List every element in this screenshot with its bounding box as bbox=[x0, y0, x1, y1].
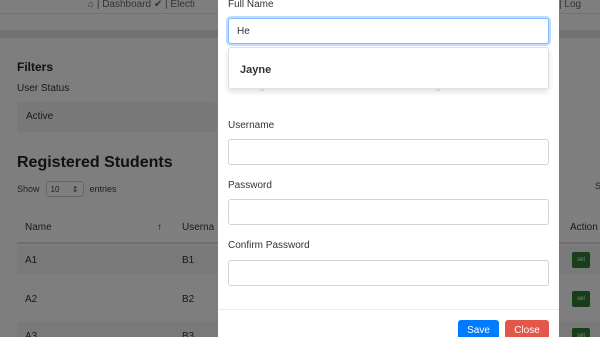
register-user-modal: Full Name Nothing selected Nothing selec… bbox=[218, 0, 559, 337]
confirm-password-label: Confirm Password bbox=[228, 240, 310, 251]
autocomplete-dropdown: Jayne bbox=[228, 47, 549, 89]
username-label: Username bbox=[228, 120, 275, 131]
full-name-label: Full Name bbox=[228, 0, 274, 10]
autocomplete-item[interactable]: Jayne bbox=[240, 64, 271, 76]
save-button[interactable]: Save bbox=[458, 320, 499, 337]
full-name-input[interactable] bbox=[228, 18, 549, 44]
close-button[interactable]: Close bbox=[505, 320, 549, 337]
username-input[interactable] bbox=[228, 139, 549, 165]
confirm-password-input[interactable] bbox=[228, 260, 549, 286]
password-input[interactable] bbox=[228, 199, 549, 225]
modal-footer-divider bbox=[218, 309, 559, 310]
password-label: Password bbox=[228, 180, 272, 191]
